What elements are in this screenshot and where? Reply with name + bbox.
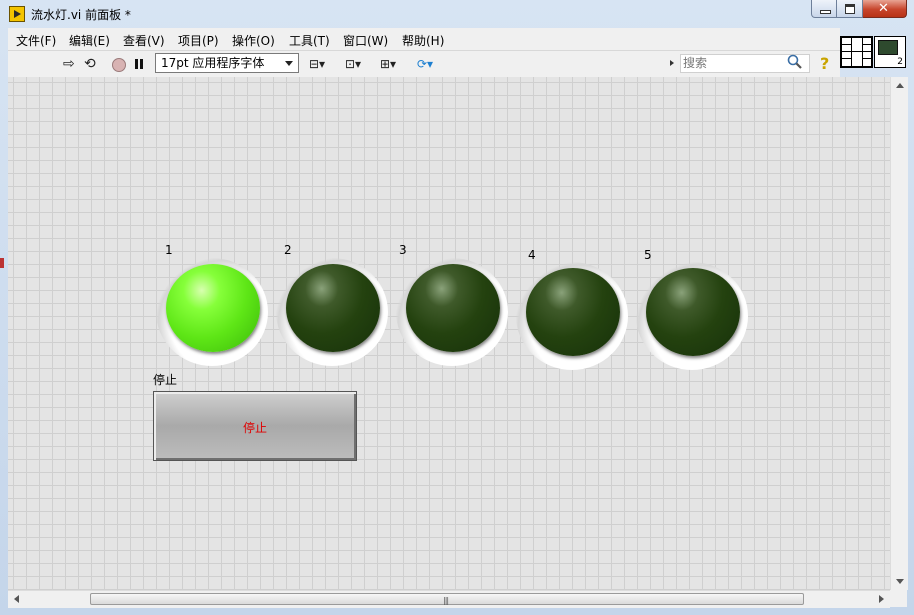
led-lamp-3 bbox=[406, 264, 500, 352]
scroll-corner bbox=[890, 590, 907, 607]
close-button[interactable]: ✕ bbox=[863, 0, 907, 18]
search-icon[interactable] bbox=[787, 54, 803, 70]
title-bar: 流水灯.vi 前面板 * ✕ bbox=[0, 0, 914, 28]
search-placeholder: 搜索 bbox=[683, 56, 708, 70]
vi-icon-number: 2 bbox=[897, 57, 903, 67]
labview-app-icon bbox=[9, 6, 25, 22]
align-icon[interactable]: ⊟▾ bbox=[309, 57, 325, 71]
window-edge-mark bbox=[0, 258, 4, 268]
connector-terminal[interactable] bbox=[862, 58, 872, 67]
toolbar: ⇨ ⟲ 17pt 应用程序字体 ⊟▾ ⊡▾ ⊞▾ ⟳▾ 搜索 ? bbox=[8, 51, 840, 77]
led-label-3: 3 bbox=[399, 243, 407, 257]
window-controls: ✕ bbox=[811, 0, 907, 20]
scroll-left-icon[interactable] bbox=[14, 595, 19, 603]
window-title: 流水灯.vi 前面板 * bbox=[31, 8, 131, 22]
maximize-icon bbox=[845, 4, 855, 14]
led-label-1: 1 bbox=[165, 243, 173, 257]
vi-icon-screen bbox=[878, 40, 898, 55]
grip-icon: ||| bbox=[443, 596, 449, 605]
menu-edit[interactable]: 编辑(E) bbox=[69, 32, 110, 49]
stop-button-text: 停止 bbox=[242, 421, 267, 435]
led-indicator-3[interactable] bbox=[396, 258, 508, 366]
font-select-value: 17pt 应用程序字体 bbox=[161, 56, 265, 70]
menu-tools[interactable]: 工具(T) bbox=[289, 32, 330, 49]
abort-icon[interactable] bbox=[112, 58, 126, 72]
menu-bar: 文件(F) 编辑(E) 查看(V) 项目(P) 操作(O) 工具(T) 窗口(W… bbox=[8, 28, 840, 51]
led-label-2: 2 bbox=[284, 243, 292, 257]
run-continuously-icon[interactable]: ⟲ bbox=[84, 56, 96, 72]
led-label-4: 4 bbox=[528, 248, 536, 262]
toolbar-overflow-icon[interactable] bbox=[670, 60, 674, 66]
chevron-down-icon bbox=[285, 61, 293, 66]
close-icon: ✕ bbox=[878, 1, 889, 16]
led-indicator-4[interactable] bbox=[516, 262, 628, 370]
scroll-down-icon[interactable] bbox=[896, 579, 904, 584]
led-label-5: 5 bbox=[644, 248, 652, 262]
pause-icon[interactable] bbox=[135, 59, 144, 69]
distribute-icon[interactable]: ⊡▾ bbox=[345, 57, 361, 71]
minimize-button[interactable] bbox=[811, 0, 837, 18]
maximize-button[interactable] bbox=[837, 0, 863, 18]
resize-icon[interactable]: ⊞▾ bbox=[380, 57, 396, 71]
menu-file[interactable]: 文件(F) bbox=[16, 32, 56, 49]
menu-window[interactable]: 窗口(W) bbox=[343, 32, 388, 49]
led-lamp-5 bbox=[646, 268, 740, 356]
scroll-right-icon[interactable] bbox=[879, 595, 884, 603]
vertical-scrollbar[interactable] bbox=[890, 77, 908, 590]
labview-window: 流水灯.vi 前面板 * ✕ 文件(F) 编辑(E) 查看(V) 项目(P) 操… bbox=[0, 0, 914, 615]
led-indicator-1[interactable] bbox=[156, 258, 268, 366]
connector-pane[interactable] bbox=[840, 36, 873, 68]
stop-button-label: 停止 bbox=[153, 373, 178, 387]
vi-icon[interactable]: 2 bbox=[874, 36, 906, 68]
horizontal-scrollbar[interactable]: ||| bbox=[8, 590, 890, 608]
font-select[interactable]: 17pt 应用程序字体 bbox=[155, 53, 299, 73]
menu-project[interactable]: 项目(P) bbox=[178, 32, 219, 49]
run-arrow-icon[interactable]: ⇨ bbox=[63, 56, 75, 72]
led-lamp-1 bbox=[166, 264, 260, 352]
led-lamp-4 bbox=[526, 268, 620, 356]
menu-view[interactable]: 查看(V) bbox=[123, 32, 165, 49]
minimize-icon bbox=[820, 10, 831, 14]
scroll-up-icon[interactable] bbox=[896, 83, 904, 88]
led-indicator-5[interactable] bbox=[636, 262, 748, 370]
led-lamp-2 bbox=[286, 264, 380, 352]
menu-help[interactable]: 帮助(H) bbox=[402, 32, 444, 49]
menu-operate[interactable]: 操作(O) bbox=[232, 32, 275, 49]
led-indicator-2[interactable] bbox=[276, 258, 388, 366]
help-icon[interactable]: ? bbox=[820, 54, 829, 73]
stop-button[interactable]: 停止 bbox=[153, 391, 357, 461]
reorder-icon[interactable]: ⟳▾ bbox=[417, 57, 433, 71]
horizontal-scroll-thumb[interactable]: ||| bbox=[90, 593, 804, 605]
